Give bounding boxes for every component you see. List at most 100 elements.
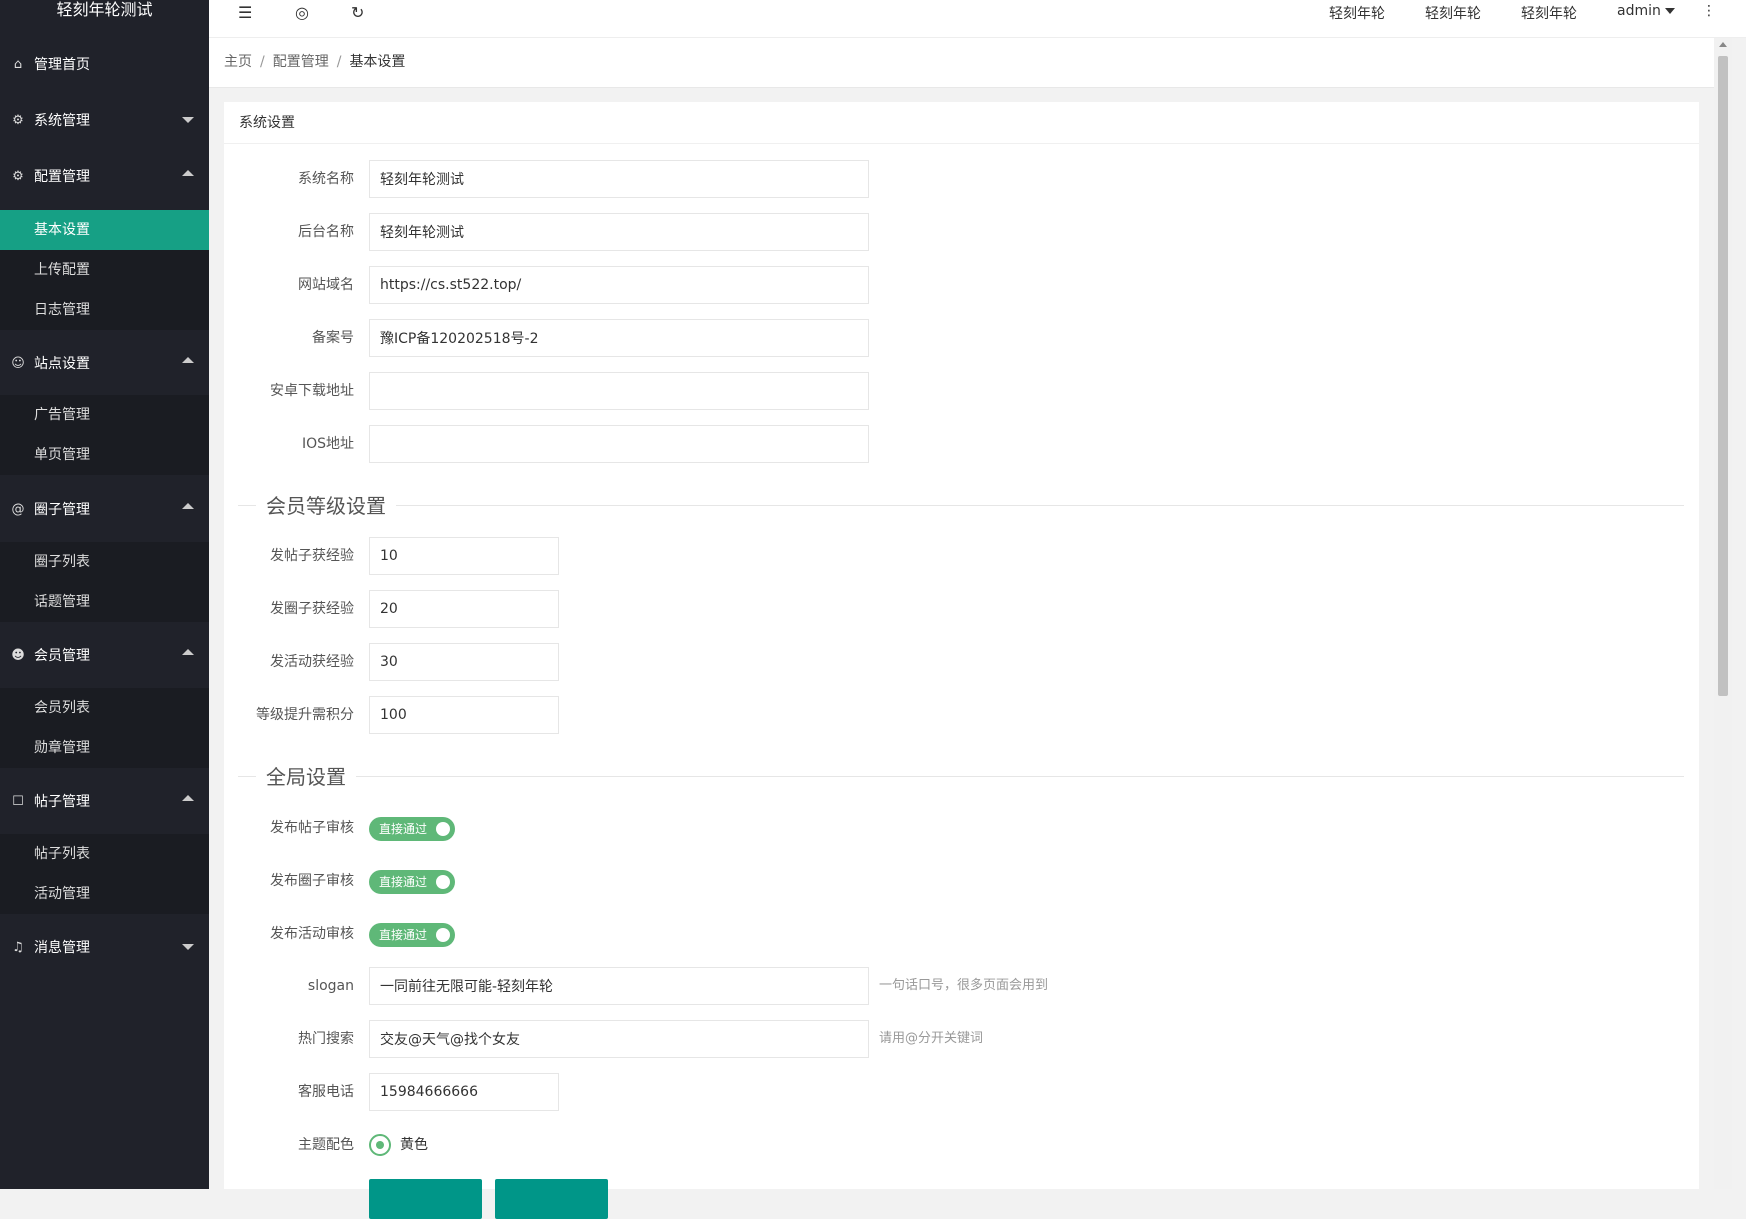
- sidebar-item-member[interactable]: ☻ 会员管理: [0, 627, 209, 683]
- field-label: 发帖子获经验: [270, 548, 354, 564]
- sidebar-item-circle-list[interactable]: 圈子列表: [0, 542, 209, 582]
- sidebar-item-message[interactable]: ♫ 消息管理: [0, 919, 209, 975]
- sidebar-item-badges[interactable]: 勋章管理: [0, 728, 209, 768]
- smile-icon: ☺: [11, 355, 25, 371]
- icp-input[interactable]: [369, 319, 869, 357]
- circle-exp-input[interactable]: [369, 590, 559, 628]
- field-label: slogan: [307, 978, 354, 994]
- sidebar-item-post[interactable]: ☐ 帖子管理: [0, 773, 209, 829]
- circle-audit-switch[interactable]: 直接通过: [369, 870, 455, 894]
- form-row-slogan: slogan 一句话口号，很多页面会用到: [224, 967, 1699, 1005]
- user-icon: ☻: [11, 647, 25, 663]
- form-row-activity-exp: 发活动获经验: [224, 643, 1699, 681]
- theme-radio-yellow[interactable]: [369, 1134, 391, 1156]
- submenu-circle: 圈子列表 话题管理: [0, 542, 209, 622]
- field-label: 后台名称: [298, 224, 354, 240]
- app-logo: 轻刻年轮测试: [56, 0, 153, 19]
- phone-input[interactable]: [369, 1073, 559, 1111]
- chevron-down-icon: [182, 944, 194, 950]
- sidebar-item-log-management[interactable]: 日志管理: [0, 290, 209, 330]
- sidebar-item-post-list[interactable]: 帖子列表: [0, 834, 209, 874]
- activity-audit-switch[interactable]: 直接通过: [369, 923, 455, 947]
- field-hint: 一句话口号，很多页面会用到: [879, 978, 1049, 993]
- scrollbar-thumb[interactable]: [1718, 56, 1728, 696]
- sidebar-item-ads[interactable]: 广告管理: [0, 395, 209, 435]
- post-audit-switch[interactable]: 直接通过: [369, 817, 455, 841]
- sidebar-item-config[interactable]: ⚙ 配置管理: [0, 148, 209, 204]
- top-link-2[interactable]: 轻刻年轮: [1425, 3, 1481, 23]
- android-url-input[interactable]: [369, 372, 869, 410]
- sidebar-item-upload-config[interactable]: 上传配置: [0, 250, 209, 290]
- chevron-up-icon: [182, 503, 194, 509]
- section-title: 全局设置: [256, 762, 356, 792]
- home-icon: ⌂: [13, 56, 23, 72]
- reset-button[interactable]: [495, 1179, 608, 1219]
- site-name-input[interactable]: [369, 160, 869, 198]
- chevron-up-icon: [182, 649, 194, 655]
- sidebar-item-home[interactable]: ⌂ 管理首页: [0, 36, 209, 92]
- field-label: 客服电话: [298, 1084, 354, 1100]
- submit-button[interactable]: [369, 1179, 482, 1219]
- form-row-admin-name: 后台名称: [224, 213, 1699, 251]
- globe-icon[interactable]: ◎: [295, 3, 309, 22]
- sidebar-item-system[interactable]: ⚙ 系统管理: [0, 92, 209, 148]
- sidebar-item-label: 管理首页: [34, 57, 90, 73]
- sidebar-item-label: 圈子管理: [34, 502, 90, 518]
- form-row-circle-exp: 发圈子获经验: [224, 590, 1699, 628]
- switch-text: 直接通过: [379, 875, 428, 889]
- sidebar-item-circle[interactable]: @ 圈子管理: [0, 481, 209, 537]
- breadcrumb-home[interactable]: 主页: [224, 54, 252, 70]
- chevron-down-icon: [182, 117, 194, 123]
- sidebar-item-topics[interactable]: 话题管理: [0, 582, 209, 622]
- refresh-icon[interactable]: ↻: [351, 3, 364, 22]
- breadcrumb-parent[interactable]: 配置管理: [273, 54, 329, 70]
- user-menu[interactable]: admin: [1617, 3, 1675, 19]
- sidebar: 轻刻年轮测试 ⌂ 管理首页 ⚙ 系统管理 ⚙ 配置管理 基本设置 上传配置 日志…: [0, 0, 209, 1189]
- gear-icon: ⚙: [12, 168, 24, 184]
- switch-knob: [436, 875, 450, 889]
- slogan-input[interactable]: [369, 967, 869, 1005]
- field-label: 发圈子获经验: [270, 601, 354, 617]
- field-label: 发活动获经验: [270, 654, 354, 670]
- sidebar-item-label: 会员管理: [34, 648, 90, 664]
- activity-exp-input[interactable]: [369, 643, 559, 681]
- radio-label: 黄色: [400, 1137, 428, 1153]
- level-points-input[interactable]: [369, 696, 559, 734]
- field-label: 热门搜索: [298, 1031, 354, 1047]
- speaker-icon: ♫: [12, 939, 24, 955]
- scroll-up-icon[interactable]: [1719, 42, 1727, 47]
- sidebar-item-label: 消息管理: [34, 940, 90, 956]
- section-global: 全局设置: [238, 762, 1684, 792]
- switch-knob: [436, 928, 450, 942]
- form-row-theme: 主题配色 黄色: [224, 1126, 1699, 1164]
- post-exp-input[interactable]: [369, 537, 559, 575]
- ios-url-input[interactable]: [369, 425, 869, 463]
- sidebar-item-basic-settings[interactable]: 基本设置: [0, 210, 209, 250]
- field-label: IOS地址: [301, 436, 354, 452]
- field-label: 备案号: [312, 330, 354, 346]
- sidebar-item-member-list[interactable]: 会员列表: [0, 688, 209, 728]
- domain-input[interactable]: [369, 266, 869, 304]
- top-link-1[interactable]: 轻刻年轮: [1329, 3, 1385, 23]
- hot-search-input[interactable]: [369, 1020, 869, 1058]
- cart-icon: ☐: [12, 793, 24, 809]
- form-row-level-points: 等级提升需积分: [224, 696, 1699, 734]
- sidebar-item-label: 系统管理: [34, 113, 90, 129]
- sidebar-item-activities[interactable]: 活动管理: [0, 874, 209, 914]
- submenu-member: 会员列表 勋章管理: [0, 688, 209, 768]
- breadcrumb-separator: /: [260, 54, 265, 70]
- sidebar-item-pages[interactable]: 单页管理: [0, 435, 209, 475]
- field-label: 发布活动审核: [270, 926, 354, 942]
- more-icon[interactable]: ⋮: [1702, 3, 1716, 19]
- form-row-ios: IOS地址: [224, 425, 1699, 463]
- gear-icon: ⚙: [12, 112, 24, 128]
- menu-toggle-icon[interactable]: ☰: [238, 3, 252, 22]
- submenu-config: 基本设置 上传配置 日志管理: [0, 210, 209, 330]
- top-bar: ☰ ◎ ↻ 轻刻年轮 轻刻年轮 轻刻年轮 admin ⋮: [209, 0, 1746, 38]
- sidebar-item-site[interactable]: ☺ 站点设置: [0, 335, 209, 391]
- top-link-3[interactable]: 轻刻年轮: [1521, 3, 1577, 23]
- page-scrollbar[interactable]: [1714, 38, 1732, 1189]
- admin-name-input[interactable]: [369, 213, 869, 251]
- form-row-android: 安卓下载地址: [224, 372, 1699, 410]
- field-label: 主题配色: [298, 1137, 354, 1153]
